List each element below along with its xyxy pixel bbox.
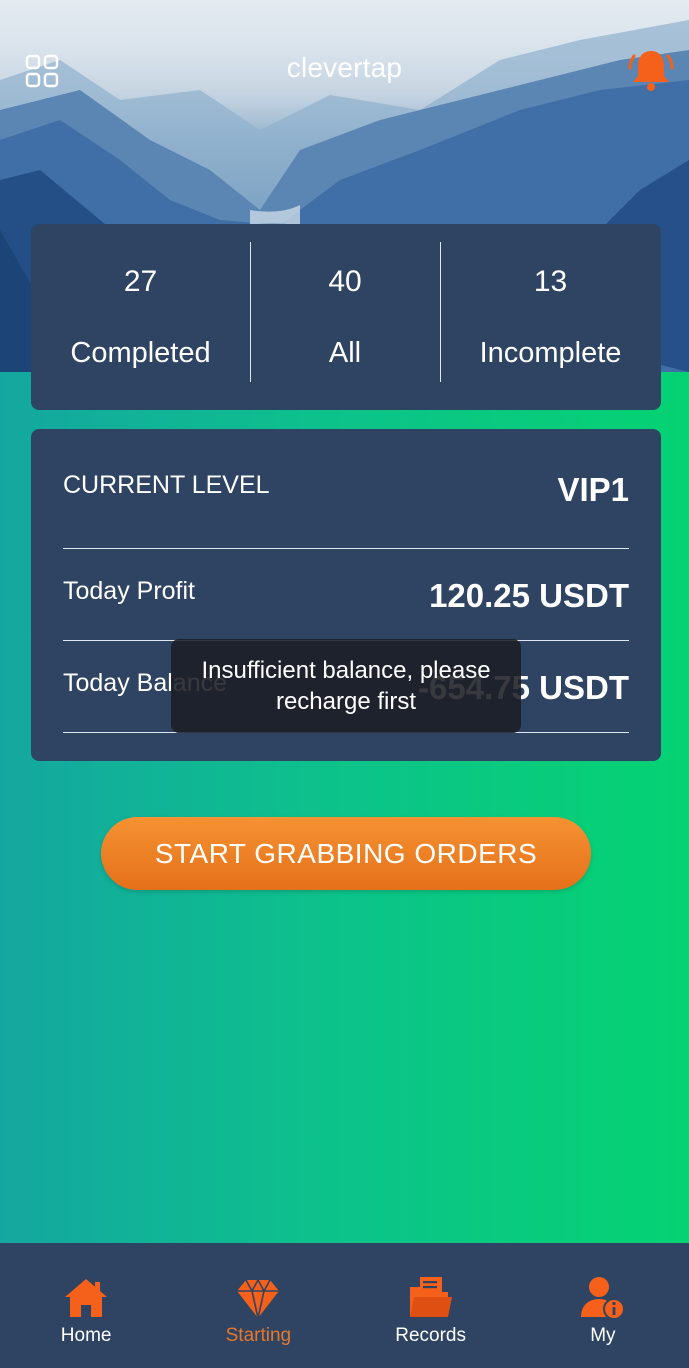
app-title: clevertap <box>286 52 403 83</box>
bottom-navigation: Home Starting Records My <box>0 1243 689 1368</box>
nav-label: Records <box>395 1325 466 1346</box>
user-info-icon <box>580 1277 625 1320</box>
stat-label: Completed <box>70 336 211 369</box>
folder-icon <box>409 1277 452 1317</box>
stat-label: All <box>328 336 362 369</box>
home-icon <box>65 1279 108 1317</box>
today-profit-row: Today Profit 120.25 USDT <box>63 549 629 641</box>
nav-item-home[interactable]: Home <box>0 1243 172 1368</box>
diamond-icon <box>237 1278 280 1319</box>
stat-all[interactable]: 40 All <box>250 224 440 410</box>
current-level-row: CURRENT LEVEL VIP1 <box>63 429 629 549</box>
nav-label: My <box>590 1325 616 1346</box>
insufficient-balance-toast: Insufficient balance, please recharge fi… <box>171 639 521 733</box>
today-profit-value: 120.25 USDT <box>429 576 629 614</box>
nav-item-starting[interactable]: Starting <box>172 1243 344 1368</box>
current-level-value: VIP1 <box>557 470 629 508</box>
top-bar: clevertap <box>0 40 689 104</box>
order-stats-card: 27 Completed 40 All 13 Incomplete <box>31 224 661 410</box>
nav-label: Home <box>60 1325 112 1346</box>
nav-item-records[interactable]: Records <box>345 1243 517 1368</box>
nav-label: Starting <box>225 1325 292 1346</box>
bell-icon[interactable] <box>628 46 674 94</box>
stat-incomplete[interactable]: 13 Incomplete <box>440 224 661 410</box>
today-profit-label: Today Profit <box>63 577 196 605</box>
stat-completed[interactable]: 27 Completed <box>31 224 250 410</box>
current-level-label: CURRENT LEVEL <box>63 471 270 499</box>
nav-item-my[interactable]: My <box>517 1243 689 1368</box>
stat-label: Incomplete <box>479 336 622 369</box>
stat-value: 13 <box>533 264 568 298</box>
stat-value: 40 <box>328 264 362 298</box>
toast-message: Insufficient balance, please recharge fi… <box>201 657 491 715</box>
stat-value: 27 <box>123 264 158 298</box>
start-grabbing-orders-button[interactable]: START GRABBING ORDERS <box>101 817 591 890</box>
